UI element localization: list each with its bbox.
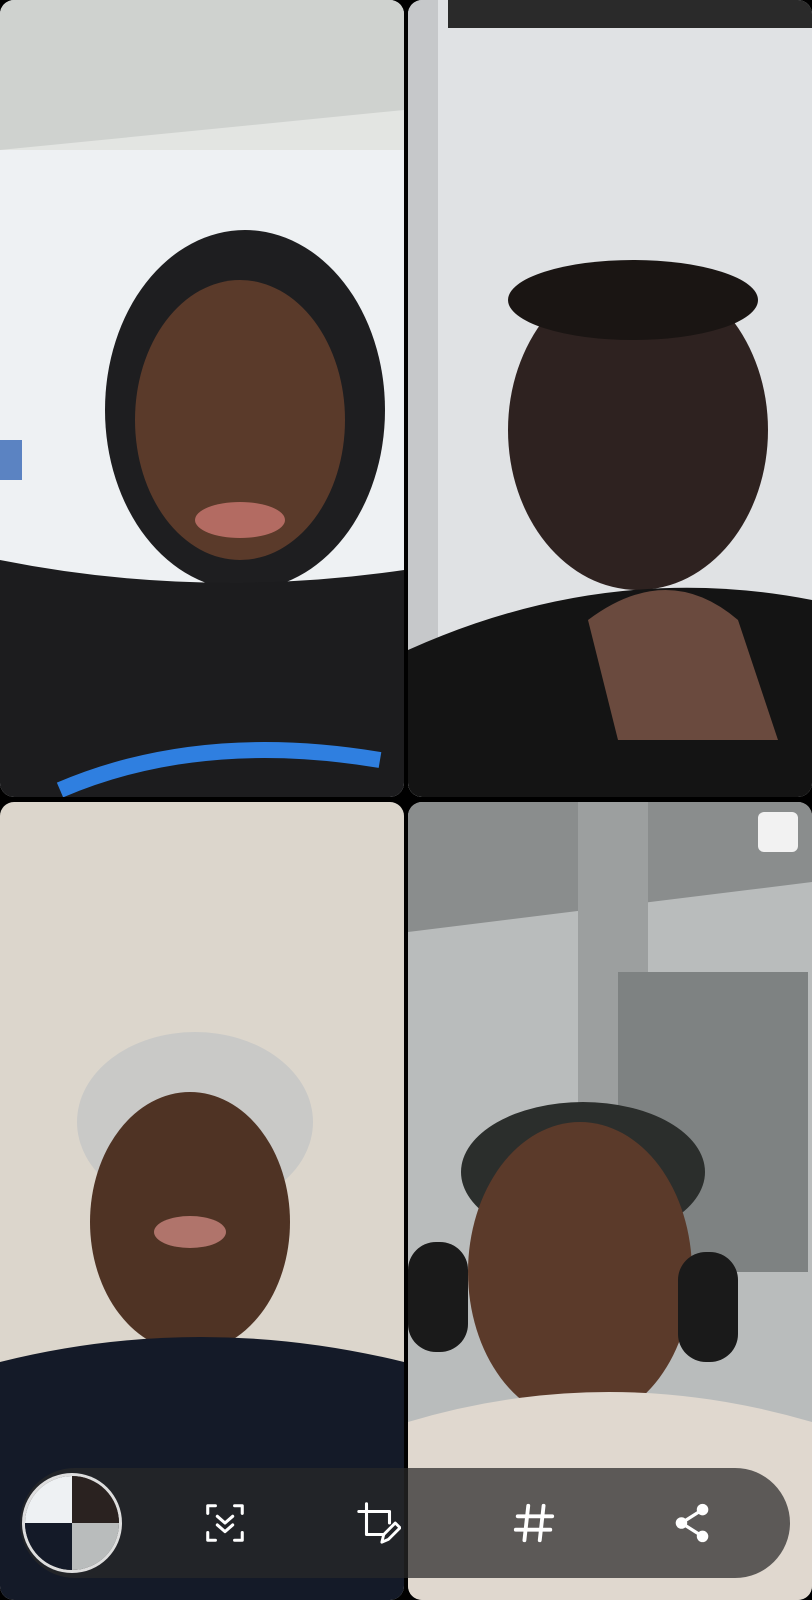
participant-tile-2[interactable] — [408, 0, 812, 797]
participant-video-2 — [408, 0, 812, 797]
hashtag-icon — [513, 1503, 555, 1543]
hashtag-button[interactable] — [502, 1491, 566, 1555]
participant-video-1 — [0, 0, 404, 797]
thumbnail-quadrant-1 — [25, 1476, 72, 1523]
video-call-screen — [0, 0, 812, 1600]
participant-tile-1[interactable] — [0, 0, 404, 797]
screenshot-thumbnail[interactable] — [22, 1473, 122, 1573]
crop-edit-icon — [357, 1502, 401, 1544]
thumbnail-quadrant-4 — [72, 1523, 119, 1570]
crop-edit-button[interactable] — [346, 1491, 410, 1555]
scroll-capture-icon — [206, 1504, 244, 1542]
share-icon — [675, 1503, 709, 1543]
scroll-capture-button[interactable] — [193, 1491, 257, 1555]
thumbnail-quadrant-3 — [25, 1523, 72, 1570]
thumbnail-quadrant-2 — [72, 1476, 119, 1523]
share-button[interactable] — [660, 1491, 724, 1555]
